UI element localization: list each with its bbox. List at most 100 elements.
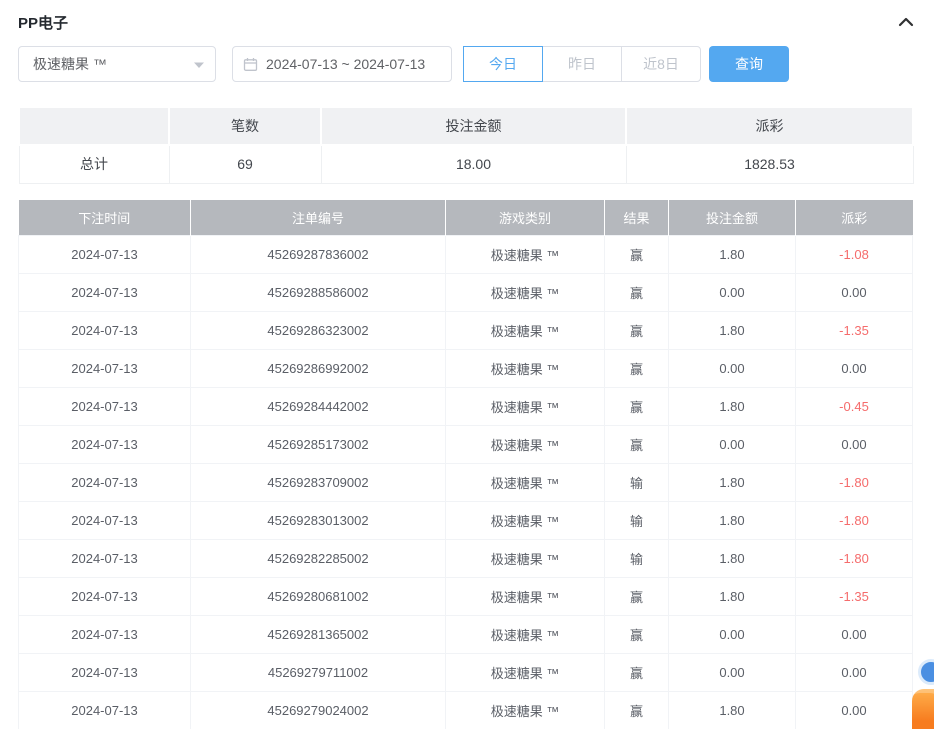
cell-bet-id: 45269279711002	[191, 654, 446, 692]
cell-game: 极速糖果 ™	[446, 578, 605, 616]
table-row: 2024-07-13 45269279024002 极速糖果 ™ 赢 1.80 …	[19, 692, 913, 729]
calendar-icon	[243, 57, 258, 72]
table-row: 2024-07-13 45269283013002 极速糖果 ™ 输 1.80 …	[19, 502, 913, 540]
cell-bet-id: 45269286992002	[191, 350, 446, 388]
summary-total-row: 总计 69 18.00 1828.53	[19, 145, 913, 183]
quick-range-button[interactable]: 今日	[463, 46, 543, 82]
cell-payout: 0.00	[796, 350, 913, 388]
table-row: 2024-07-13 45269286323002 极速糖果 ™ 赢 1.80 …	[19, 312, 913, 350]
header-bet-amount: 投注金额	[669, 200, 796, 236]
header-bet-id: 注单编号	[191, 200, 446, 236]
cell-date: 2024-07-13	[19, 350, 191, 388]
cell-payout: 0.00	[796, 274, 913, 312]
cell-payout: 0.00	[796, 616, 913, 654]
cell-game: 极速糖果 ™	[446, 388, 605, 426]
quick-range-button[interactable]: 昨日	[542, 46, 622, 82]
bet-records-table: 下注时间 注单编号 游戏类别 结果 投注金额 派彩 2024-07-13 452…	[18, 200, 913, 729]
cell-result: 输	[605, 464, 669, 502]
cell-amount: 0.00	[669, 654, 796, 692]
collapse-icon[interactable]	[898, 16, 914, 28]
search-button[interactable]: 查询	[709, 46, 789, 82]
quick-range-group: 今日 昨日 近8日	[464, 46, 701, 82]
panel-header: PP电子	[0, 0, 934, 30]
cell-game: 极速糖果 ™	[446, 350, 605, 388]
summary-header-row: 笔数 投注金额 派彩	[19, 107, 913, 145]
summary-payout-value: 1828.53	[626, 145, 913, 183]
table-row: 2024-07-13 45269287836002 极速糖果 ™ 赢 1.80 …	[19, 236, 913, 274]
cell-game: 极速糖果 ™	[446, 464, 605, 502]
cell-date: 2024-07-13	[19, 578, 191, 616]
cell-payout: -1.80	[796, 464, 913, 502]
cell-bet-id: 45269288586002	[191, 274, 446, 312]
cell-amount: 1.80	[669, 312, 796, 350]
summary-header-blank	[19, 107, 169, 145]
cell-payout: -1.08	[796, 236, 913, 274]
cell-bet-id: 45269284442002	[191, 388, 446, 426]
summary-header-bet-amount: 投注金额	[321, 107, 626, 145]
summary-bet-amount-value: 18.00	[321, 145, 626, 183]
date-range-value: 2024-07-13 ~ 2024-07-13	[266, 56, 425, 72]
header-bet-time: 下注时间	[19, 200, 191, 236]
cell-game: 极速糖果 ™	[446, 236, 605, 274]
cell-date: 2024-07-13	[19, 502, 191, 540]
table-row: 2024-07-13 45269284442002 极速糖果 ™ 赢 1.80 …	[19, 388, 913, 426]
cell-result: 赢	[605, 274, 669, 312]
cell-amount: 1.80	[669, 388, 796, 426]
cell-result: 输	[605, 540, 669, 578]
cell-date: 2024-07-13	[19, 312, 191, 350]
cell-result: 赢	[605, 692, 669, 729]
cell-amount: 1.80	[669, 236, 796, 274]
cell-amount: 1.80	[669, 692, 796, 729]
cell-game: 极速糖果 ™	[446, 692, 605, 729]
cell-bet-id: 45269279024002	[191, 692, 446, 729]
summary-header-count: 笔数	[169, 107, 321, 145]
cell-bet-id: 45269281365002	[191, 616, 446, 654]
table-row: 2024-07-13 45269288586002 极速糖果 ™ 赢 0.00 …	[19, 274, 913, 312]
game-select-value: 极速糖果 ™	[33, 54, 107, 74]
summary-table: 笔数 投注金额 派彩 总计 69 18.00 1828.53	[18, 106, 914, 184]
cell-result: 赢	[605, 388, 669, 426]
cell-game: 极速糖果 ™	[446, 426, 605, 464]
cell-date: 2024-07-13	[19, 426, 191, 464]
cell-amount: 1.80	[669, 464, 796, 502]
customer-service-widget[interactable]	[894, 649, 934, 729]
cell-payout: -1.35	[796, 578, 913, 616]
cell-amount: 0.00	[669, 350, 796, 388]
cell-payout: -1.80	[796, 540, 913, 578]
cell-game: 极速糖果 ™	[446, 502, 605, 540]
cell-amount: 1.80	[669, 578, 796, 616]
cell-game: 极速糖果 ™	[446, 540, 605, 578]
header-result: 结果	[605, 200, 669, 236]
table-header-row: 下注时间 注单编号 游戏类别 结果 投注金额 派彩	[19, 200, 913, 236]
cell-date: 2024-07-13	[19, 692, 191, 729]
cell-date: 2024-07-13	[19, 540, 191, 578]
cell-bet-id: 45269280681002	[191, 578, 446, 616]
cell-bet-id: 45269287836002	[191, 236, 446, 274]
cell-amount: 1.80	[669, 502, 796, 540]
header-game-type: 游戏类别	[446, 200, 605, 236]
cell-result: 赢	[605, 426, 669, 464]
cell-result: 赢	[605, 350, 669, 388]
quick-range-button[interactable]: 近8日	[621, 46, 701, 82]
date-range-picker[interactable]: 2024-07-13 ~ 2024-07-13	[232, 46, 452, 82]
service-badge-icon	[918, 659, 934, 685]
cell-date: 2024-07-13	[19, 654, 191, 692]
cell-result: 赢	[605, 312, 669, 350]
cell-result: 输	[605, 502, 669, 540]
summary-header-payout: 派彩	[626, 107, 913, 145]
cell-game: 极速糖果 ™	[446, 312, 605, 350]
cell-bet-id: 45269283709002	[191, 464, 446, 502]
cell-date: 2024-07-13	[19, 616, 191, 654]
cell-game: 极速糖果 ™	[446, 274, 605, 312]
game-select[interactable]: 极速糖果 ™	[18, 46, 216, 82]
table-row: 2024-07-13 45269283709002 极速糖果 ™ 输 1.80 …	[19, 464, 913, 502]
cell-result: 赢	[605, 616, 669, 654]
cell-bet-id: 45269283013002	[191, 502, 446, 540]
cell-payout: -0.45	[796, 388, 913, 426]
cell-result: 赢	[605, 654, 669, 692]
page-title: PP电子	[18, 12, 68, 33]
cell-payout: -1.80	[796, 502, 913, 540]
summary-count-value: 69	[169, 145, 321, 183]
cell-amount: 0.00	[669, 616, 796, 654]
cell-bet-id: 45269286323002	[191, 312, 446, 350]
